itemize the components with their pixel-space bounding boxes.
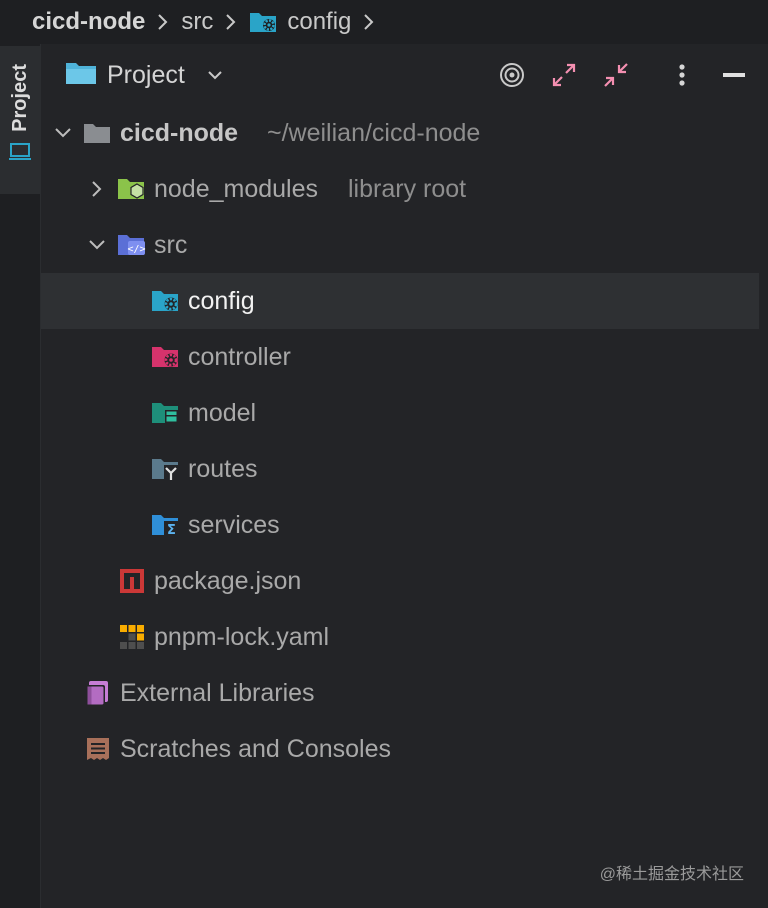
hide-panel-icon[interactable] [719,60,749,90]
chevron-right-icon[interactable] [87,179,107,199]
tree-item-pnpm-lock[interactable]: pnpm-lock.yaml [41,609,759,665]
breadcrumb-item-src[interactable]: src [181,8,213,36]
model-folder-icon [151,400,181,426]
node-modules-folder-icon [117,176,147,202]
breadcrumb-item-config[interactable]: config [287,8,351,36]
tree-item-label: config [188,286,255,315]
expand-all-icon[interactable] [549,60,579,90]
chevron-down-icon[interactable] [53,123,73,143]
tree-item-label: services [188,510,280,539]
tree-item-scratches[interactable]: Scratches and Consoles [41,721,759,777]
chevron-right-icon [363,13,375,31]
tree-item-routes[interactable]: routes [41,441,759,497]
chevron-right-icon [225,13,237,31]
tree-item-label: routes [188,454,258,483]
tree-item-controller[interactable]: controller [41,329,759,385]
panel-title: Project [107,60,185,89]
chevron-right-icon [157,13,169,31]
tree-item-label: model [188,398,257,427]
pnpm-icon [117,624,147,650]
stripe-label: Project [8,64,31,132]
routes-folder-icon [151,456,181,482]
breadcrumb-item-cicd-node[interactable]: cicd-node [32,8,145,36]
options-menu-icon[interactable] [667,60,697,90]
tree-item-label: External Libraries [120,678,315,707]
tree-item-model[interactable]: model [41,385,759,441]
tree-item-label: pnpm-lock.yaml [154,622,330,651]
breadcrumb: cicd-node src config [0,0,768,44]
library-books-icon [83,680,113,706]
tree-item-node-modules[interactable]: node_modules library root [41,161,759,217]
tree-item-label: src [154,230,188,259]
chevron-down-icon[interactable] [207,69,223,81]
tree-item-config[interactable]: config [41,273,759,329]
tree-item-label: Scratches and Consoles [120,734,391,763]
tree-item-external-libraries[interactable]: External Libraries [41,665,759,721]
source-folder-icon: </> [117,232,147,258]
folder-icon [82,120,112,146]
npm-icon [117,568,147,594]
panel-header: Project [41,44,768,106]
tree-item-path: ~/weilian/cicd-node [267,118,481,147]
project-stripe-button[interactable]: Project [0,46,40,194]
select-opened-file-target-icon[interactable] [497,60,527,90]
svg-text:Σ: Σ [167,523,176,538]
scratches-icon [83,736,113,762]
svg-text:</>: </> [127,244,145,255]
folder-icon [65,60,97,91]
services-folder-icon: Σ [151,512,181,538]
project-panel: Project cicd-node ~/weilian/cicd-node no… [41,44,768,908]
tree-item-src[interactable]: </> src [41,217,759,273]
watermark: @稀土掘金技术社区 [599,866,744,883]
monitor-icon [9,142,31,167]
tree-item-label: package.json [154,566,302,595]
tree-item-root[interactable]: cicd-node ~/weilian/cicd-node [41,105,759,161]
tree-item-package-json[interactable]: package.json [41,553,759,609]
controller-folder-icon [151,344,181,370]
chevron-down-icon[interactable] [87,235,107,255]
tree-item-label: controller [188,342,291,371]
collapse-all-icon[interactable] [601,60,631,90]
config-folder-icon [249,10,279,34]
tree-item-services[interactable]: Σ services [41,497,759,553]
config-folder-icon [151,288,181,314]
project-view-selector[interactable]: Project [65,60,223,91]
tree-item-suffix: library root [348,174,467,203]
tree-item-label: cicd-node [120,118,239,147]
tree-item-label: node_modules [154,174,319,203]
tool-window-stripe: Project [0,44,41,908]
